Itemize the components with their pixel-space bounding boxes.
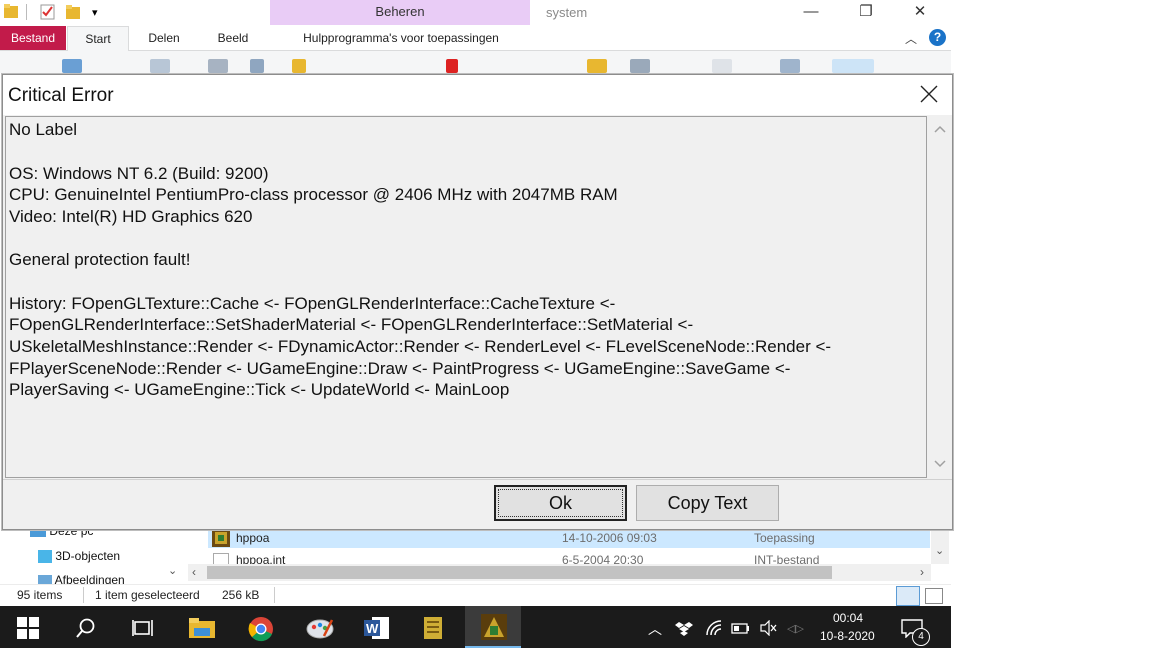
critical-error-dialog: Critical Error No Label OS: Windows NT 6… <box>2 74 953 530</box>
clock-date[interactable]: 10-8-2020 <box>820 629 875 643</box>
clock-time[interactable]: 00:04 <box>833 611 863 625</box>
context-tab-group: Beheren <box>270 0 530 25</box>
nav-item-3d-objecten[interactable]: 3D-objecten <box>38 549 121 564</box>
battery-icon[interactable] <box>731 622 751 641</box>
file-name: hppoa.int <box>236 553 286 564</box>
minimize-button[interactable]: — <box>788 1 834 25</box>
table-row[interactable]: hppoa.int 6-5-2004 20:30 INT-bestand <box>208 550 930 564</box>
task-view-icon[interactable] <box>132 617 156 641</box>
volume-muted-icon[interactable] <box>760 619 778 641</box>
message-line: OS: Windows NT 6.2 (Build: 9200) <box>9 164 269 183</box>
paste-icon[interactable] <box>208 59 228 73</box>
file-name: hppoa <box>236 531 270 545</box>
message-line: General protection fault! <box>9 250 191 269</box>
file-explorer-icon[interactable] <box>189 617 215 641</box>
tab-start[interactable]: Start <box>67 26 129 52</box>
word-icon[interactable]: W <box>364 615 389 639</box>
status-selection: 1 item geselecteerd <box>95 588 200 602</box>
status-bar: 95 items 1 item geselecteerd 256 kB <box>0 584 951 606</box>
close-icon <box>920 85 938 103</box>
file-icon <box>213 553 229 564</box>
tab-delen[interactable]: Delen <box>132 26 196 50</box>
help-icon[interactable]: ? <box>929 29 946 46</box>
divider <box>26 4 27 20</box>
divider <box>3 479 952 480</box>
file-date: 14-10-2006 09:03 <box>562 531 657 545</box>
copy-text-button[interactable]: Copy Text <box>636 485 779 521</box>
tab-bestand[interactable]: Bestand <box>0 26 66 50</box>
message-line: History: FOpenGLTexture::Cache <- FOpenG… <box>9 294 616 313</box>
error-message-text: No Label OS: Windows NT 6.2 (Build: 9200… <box>5 116 927 478</box>
message-line: USkeletalMeshInstance::Render <- FDynami… <box>9 337 832 356</box>
divider <box>83 587 84 603</box>
select-all-icon[interactable] <box>832 59 874 73</box>
divider <box>274 587 275 603</box>
maximize-button[interactable]: ❐ <box>843 1 889 25</box>
file-type: Toepassing <box>754 531 815 545</box>
nav-scroll-down-icon[interactable]: ⌄ <box>168 564 177 577</box>
tab-hulpprogrammas[interactable]: Hulpprogramma's voor toepassingen <box>274 26 528 50</box>
horizontal-scrollbar-thumb[interactable] <box>207 566 832 579</box>
pin-icon[interactable] <box>62 59 82 73</box>
message-line: Video: Intel(R) HD Graphics 620 <box>9 207 253 226</box>
paint-icon[interactable] <box>306 616 334 640</box>
properties-icon[interactable] <box>40 4 56 23</box>
show-hidden-icons-icon[interactable]: ︿ <box>648 619 662 639</box>
status-size: 256 kB <box>222 588 260 602</box>
message-line: CPU: GenuineIntel PentiumPro-class proce… <box>9 185 618 204</box>
message-line: PlayerSaving <- UGameEngine::Tick <- Upd… <box>9 380 510 399</box>
wifi-icon[interactable] <box>705 619 723 642</box>
game-taskbar-icon[interactable] <box>481 614 507 640</box>
scroll-left-icon[interactable]: ‹ <box>192 565 196 579</box>
delete-icon[interactable] <box>446 59 458 73</box>
nav-item-label: 3D-objecten <box>55 549 121 563</box>
ribbon <box>0 51 951 73</box>
scroll-down-icon[interactable] <box>934 460 946 468</box>
details-view-icon[interactable] <box>896 586 920 606</box>
folder-icon <box>4 3 18 22</box>
dialog-close-button[interactable] <box>914 81 944 109</box>
message-line: FOpenGLRenderInterface::SetShaderMateria… <box>9 315 694 334</box>
tab-beeld[interactable]: Beeld <box>200 26 266 50</box>
scroll-right-icon[interactable]: › <box>920 565 924 579</box>
ok-button[interactable]: Ok <box>494 485 627 521</box>
game-icon <box>212 529 230 547</box>
new-item-icon[interactable] <box>630 59 650 73</box>
large-icons-view-icon[interactable] <box>925 588 943 604</box>
cut-icon[interactable] <box>250 59 264 73</box>
file-date: 6-5-2004 20:30 <box>562 553 644 564</box>
copy-icon[interactable] <box>150 59 170 73</box>
file-type: INT-bestand <box>754 553 820 564</box>
dialog-vertical-scrollbar[interactable] <box>929 117 949 477</box>
chrome-icon[interactable] <box>248 616 273 642</box>
new-folder-icon[interactable] <box>66 4 80 23</box>
new-folder-ribbon-icon[interactable] <box>587 59 607 73</box>
scroll-down-icon[interactable]: ⌄ <box>935 544 944 557</box>
message-line: FPlayerSceneNode::Render <- UGameEngine:… <box>9 359 791 378</box>
input-indicator-icon[interactable]: ◁▷ <box>787 622 804 635</box>
notepad-icon[interactable] <box>422 615 446 639</box>
start-icon[interactable] <box>17 617 41 641</box>
svg-text:W: W <box>366 621 379 636</box>
title-bar: ▾ Beheren system — ❐ ✕ <box>0 0 951 26</box>
close-button[interactable]: ✕ <box>897 1 943 25</box>
collapse-ribbon-icon[interactable]: ︿ <box>905 30 917 47</box>
properties-ribbon-icon[interactable] <box>712 59 732 73</box>
dialog-title: Critical Error <box>8 85 114 106</box>
message-line: No Label <box>9 120 78 139</box>
quick-access-dropdown-icon[interactable]: ▾ <box>92 6 98 19</box>
ribbon-tabs: Bestand Start Delen Beeld Hulpprogramma'… <box>0 26 951 52</box>
scroll-up-icon[interactable] <box>934 125 946 133</box>
move-to-icon[interactable] <box>292 59 306 73</box>
search-icon[interactable] <box>75 617 99 641</box>
status-items-count: 95 items <box>17 588 63 602</box>
dropbox-icon[interactable] <box>675 621 693 642</box>
notification-badge: 4 <box>912 628 930 646</box>
cube-icon <box>38 550 52 564</box>
dialog-title-bar: Critical Error <box>3 75 952 115</box>
window-title: system <box>546 5 588 20</box>
edit-icon[interactable] <box>780 59 800 73</box>
